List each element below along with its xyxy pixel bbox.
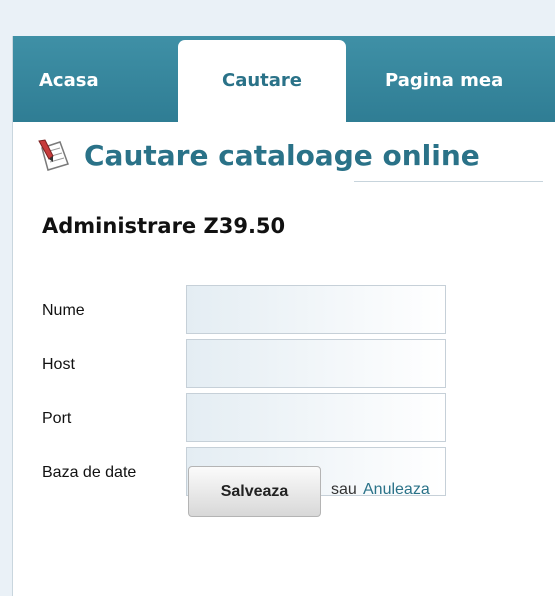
port-input[interactable] [186,393,446,442]
tab-pagina-mea[interactable]: Pagina mea [385,40,503,122]
top-navigation: Acasa Cautare Pagina mea [13,36,555,122]
or-text: sau [331,481,357,498]
page-title: Cautare cataloage online [84,138,480,172]
save-button[interactable]: Salveaza [188,466,321,517]
cancel-link[interactable]: Anuleaza [363,481,430,499]
tab-acasa[interactable]: Acasa [39,40,99,122]
field-label-nume: Nume [42,302,85,319]
host-input[interactable] [186,339,446,388]
page-header: Cautare cataloage online [36,138,480,172]
title-divider [354,181,543,182]
nume-input[interactable] [186,285,446,334]
tab-cautare[interactable]: Cautare [178,40,346,122]
field-label-host: Host [42,356,75,373]
section-title: Administrare Z39.50 [42,214,286,238]
notepad-pencil-icon [38,139,69,171]
field-label-port: Port [42,410,72,427]
field-label-baza-de-date: Baza de date [42,464,137,481]
